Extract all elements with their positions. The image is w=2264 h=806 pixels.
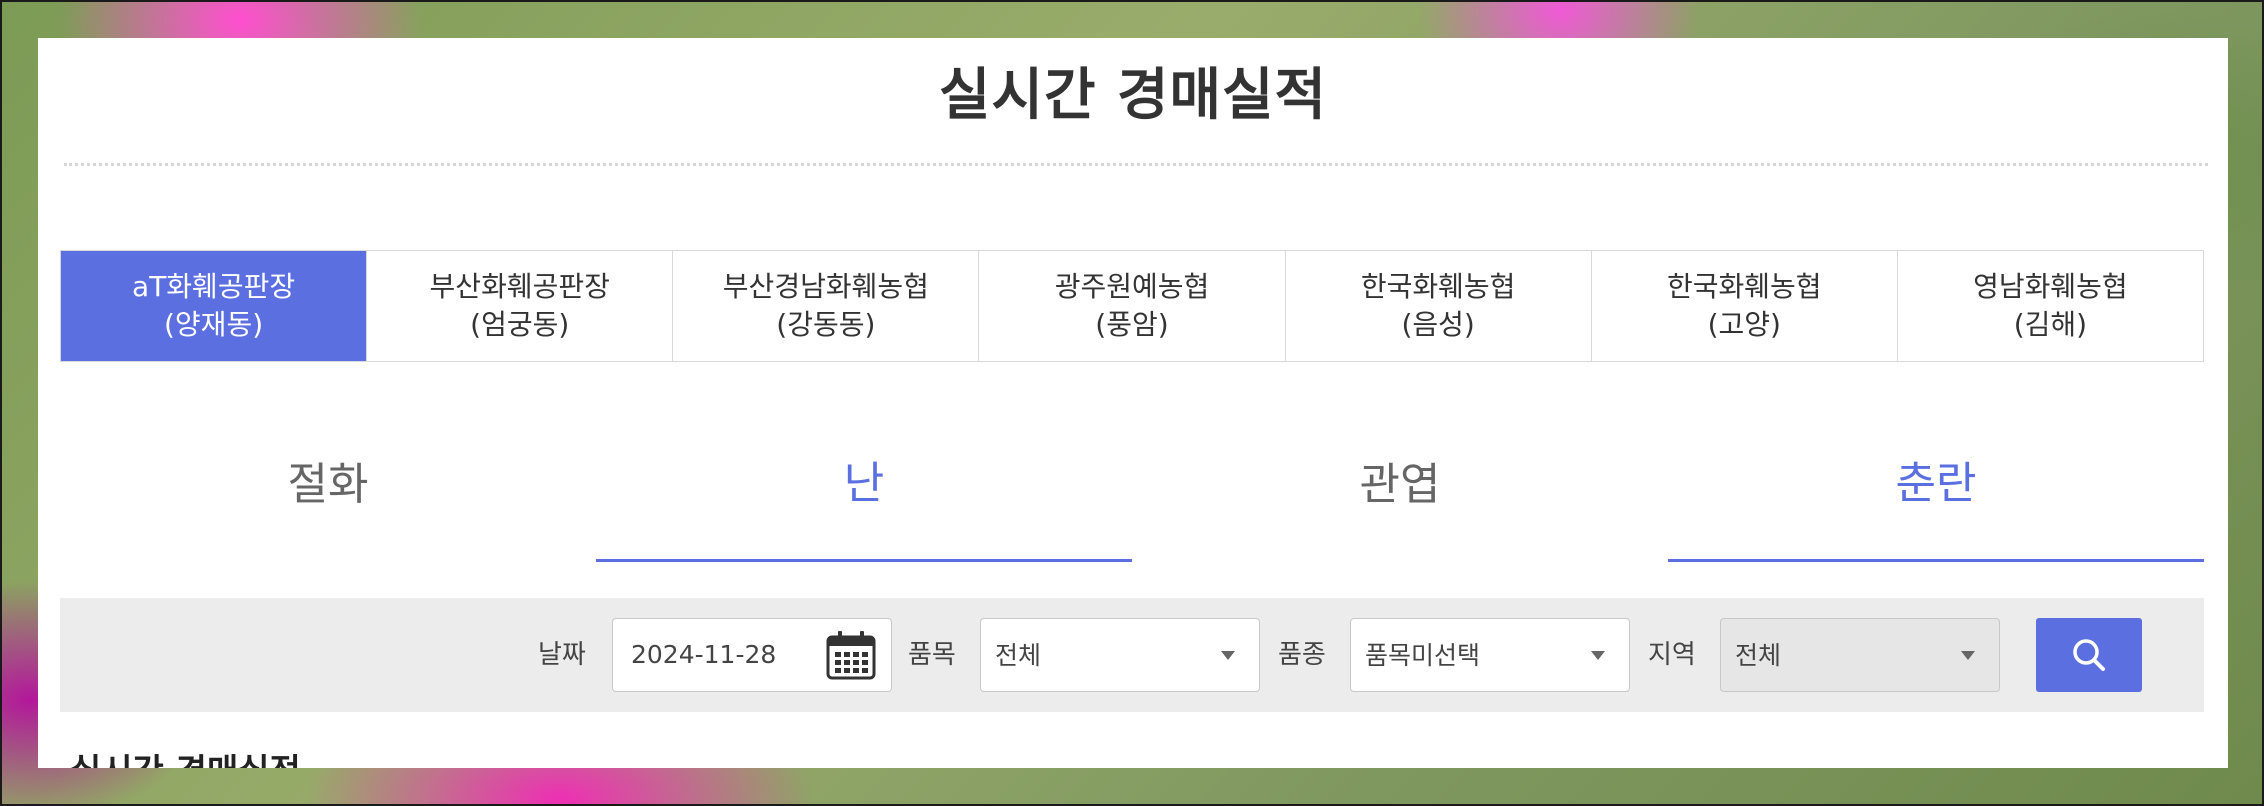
variety-select[interactable]: 품목미선택 <box>1350 618 1630 692</box>
market-tab-location: (강동동) <box>776 308 876 341</box>
market-tab-location: (음성) <box>1401 308 1475 341</box>
market-tab-location: (풍암) <box>1095 308 1169 341</box>
date-label: 날짜 <box>538 640 586 670</box>
search-filter-bar: 날짜 2024-11-28 품목 전체 품종 품목미선택 지역 전체 <box>60 598 2204 712</box>
search-icon <box>2073 639 2105 671</box>
market-tab-name: 부산경남화훼농협 <box>722 270 929 303</box>
market-tab-name: 부산화훼공판장 <box>429 270 610 303</box>
market-tab-location: (양재동) <box>164 308 264 341</box>
search-button[interactable] <box>2036 618 2142 692</box>
market-tab-goyang[interactable]: 한국화훼농협 (고양) <box>1590 251 1897 361</box>
region-select-value: 전체 <box>1735 641 1782 670</box>
market-tab-gimhae[interactable]: 영남화훼농협 (김해) <box>1896 251 2203 361</box>
market-tab-gangdong[interactable]: 부산경남화훼농협 (강동동) <box>672 251 978 361</box>
market-tab-location: (고양) <box>1707 308 1781 341</box>
market-tab-name: 한국화훼농협 <box>1360 270 1516 303</box>
variety-select-value: 품목미선택 <box>1365 641 1481 670</box>
market-tab-eumseong[interactable]: 한국화훼농협 (음성) <box>1284 251 1591 361</box>
chevron-down-icon <box>1961 651 1975 660</box>
variety-label: 품종 <box>1278 640 1326 670</box>
page-title: 실시간 경매실적 <box>938 63 1328 128</box>
category-tab-orchid[interactable]: 난 <box>596 418 1132 562</box>
market-tab-location: (엄궁동) <box>470 308 570 341</box>
market-tabs: aT화훼공판장 (양재동) 부산화훼공판장 (엄궁동) 부산경남화훼농협 (강동… <box>60 250 2204 362</box>
market-tab-location: (김해) <box>2013 308 2088 341</box>
date-value: 2024-11-28 <box>631 640 777 669</box>
chevron-down-icon <box>1591 651 1605 660</box>
region-select[interactable]: 전체 <box>1720 618 2000 692</box>
category-tab-cut-flowers[interactable]: 절화 <box>60 418 596 562</box>
results-section-heading: 실시간 경매실적 <box>70 744 301 768</box>
market-tab-name: 영남화훼농협 <box>1973 270 2128 303</box>
category-tabs: 절화 난 관엽 춘란 <box>60 418 2204 562</box>
market-tab-yangjae[interactable]: aT화훼공판장 (양재동) <box>61 251 367 361</box>
market-tab-name: 광주원예농협 <box>1054 270 1210 303</box>
market-tab-eomgung[interactable]: 부산화훼공판장 (엄궁동) <box>366 251 672 361</box>
category-tab-spring-orchid[interactable]: 춘란 <box>1668 418 2204 562</box>
category-tab-foliage[interactable]: 관엽 <box>1132 418 1668 562</box>
chevron-down-icon <box>1221 651 1235 660</box>
region-label: 지역 <box>1648 640 1696 670</box>
calendar-icon[interactable] <box>825 629 877 681</box>
market-tab-name: 한국화훼농협 <box>1666 270 1822 303</box>
item-select-value: 전체 <box>995 641 1042 670</box>
item-label: 품목 <box>908 640 956 670</box>
date-input[interactable]: 2024-11-28 <box>612 618 892 692</box>
item-select[interactable]: 전체 <box>980 618 1260 692</box>
title-divider <box>64 163 2208 166</box>
market-tab-name: aT화훼공판장 <box>132 270 296 303</box>
market-tab-pungam[interactable]: 광주원예농협 (풍암) <box>978 251 1284 361</box>
auction-results-panel: 실시간 경매실적 aT화훼공판장 (양재동) 부산화훼공판장 (엄궁동) 부산경… <box>38 38 2228 768</box>
